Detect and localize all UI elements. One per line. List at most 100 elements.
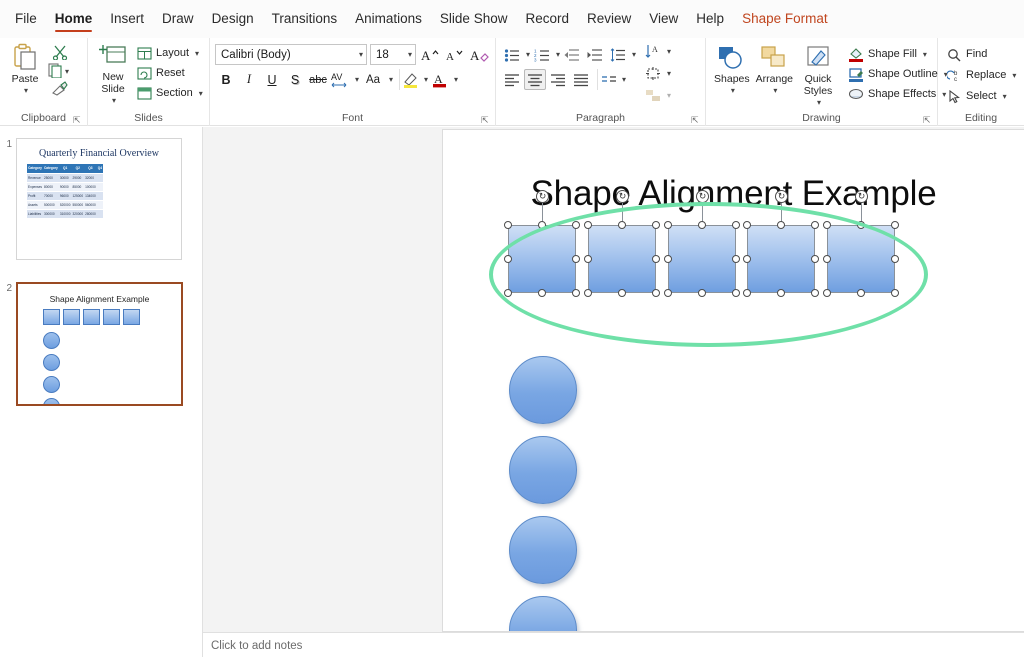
resize-handle-n[interactable] xyxy=(698,221,706,229)
slide-thumbnail-2[interactable]: 2 Shape Alignment Example xyxy=(2,282,183,406)
resize-handle-e[interactable] xyxy=(811,255,819,263)
resize-handle-e[interactable] xyxy=(572,255,580,263)
align-text-chevron-down-icon[interactable]: ▾ xyxy=(667,69,671,78)
clipboard-dialog-launcher-icon[interactable]: ⇱ xyxy=(73,115,83,125)
resize-handle-e[interactable] xyxy=(891,255,899,263)
rotation-handle-5[interactable]: ↻ xyxy=(855,190,868,203)
layout-chevron-down-icon[interactable]: ▾ xyxy=(195,46,199,61)
paste-chevron-down-icon[interactable]: ▾ xyxy=(24,85,28,97)
resize-handle-sw[interactable] xyxy=(664,289,672,297)
drawing-dialog-launcher-icon[interactable]: ⇱ xyxy=(923,115,933,125)
select-chevron-down-icon[interactable]: ▾ xyxy=(1003,89,1007,104)
arrange-button[interactable]: Arrange ▾ xyxy=(753,43,796,99)
columns-button[interactable] xyxy=(597,69,619,90)
tab-help[interactable]: Help xyxy=(687,5,733,33)
resize-handle-nw[interactable] xyxy=(823,221,831,229)
resize-handle-nw[interactable] xyxy=(664,221,672,229)
slide-2-preview[interactable]: Shape Alignment Example xyxy=(16,282,183,406)
slide-thumbnail-1[interactable]: 1 Quarterly Financial Overview Category … xyxy=(2,138,182,260)
resize-handle-ne[interactable] xyxy=(732,221,740,229)
tab-animations[interactable]: Animations xyxy=(346,5,431,33)
resize-handle-s[interactable] xyxy=(777,289,785,297)
resize-handle-sw[interactable] xyxy=(823,289,831,297)
strikethrough-button[interactable]: abc xyxy=(307,69,329,90)
shape-effects-button[interactable]: Shape Effects ▾ xyxy=(844,85,952,104)
shape-fill-button[interactable]: Shape Fill ▾ xyxy=(844,45,952,64)
character-spacing-button[interactable]: AV xyxy=(330,69,352,90)
text-highlight-button[interactable] xyxy=(399,69,421,90)
paste-button[interactable]: Paste ▾ xyxy=(5,41,45,99)
increase-font-size-button[interactable]: A xyxy=(419,44,441,65)
font-size-chevron-down-icon[interactable]: ▾ xyxy=(408,50,412,59)
tab-draw[interactable]: Draw xyxy=(153,5,203,33)
rotation-handle-1[interactable]: ↻ xyxy=(536,190,549,203)
resize-handle-se[interactable] xyxy=(732,289,740,297)
slide-1-preview[interactable]: Quarterly Financial Overview Category Ca… xyxy=(16,138,182,260)
resize-handle-ne[interactable] xyxy=(891,221,899,229)
section-button[interactable]: Section ▾ xyxy=(133,84,207,103)
resize-handle-w[interactable] xyxy=(743,255,751,263)
highlight-chevron-down-icon[interactable]: ▾ xyxy=(424,75,428,84)
find-button[interactable]: Find xyxy=(943,45,1020,64)
tab-design[interactable]: Design xyxy=(203,5,263,33)
section-chevron-down-icon[interactable]: ▾ xyxy=(199,86,203,101)
resize-handle-se[interactable] xyxy=(811,289,819,297)
tab-view[interactable]: View xyxy=(640,5,687,33)
numbering-button[interactable]: 1 2 3 xyxy=(531,44,553,65)
resize-handle-e[interactable] xyxy=(732,255,740,263)
canvas-circle-4[interactable] xyxy=(509,596,577,631)
resize-handle-se[interactable] xyxy=(572,289,580,297)
resize-handle-ne[interactable] xyxy=(572,221,580,229)
resize-handle-w[interactable] xyxy=(584,255,592,263)
quick-styles-button[interactable]: Quick Styles ▾ xyxy=(796,43,840,111)
replace-button[interactable]: b c Replace ▾ xyxy=(943,66,1020,85)
cut-icon[interactable] xyxy=(47,45,73,60)
align-text-button[interactable] xyxy=(642,63,664,84)
numbering-chevron-down-icon[interactable]: ▾ xyxy=(556,50,560,59)
slide-canvas-area[interactable]: Shape Alignment Example ↻ ↻ ↻ ↻ ↻ xyxy=(203,127,1024,632)
character-spacing-chevron-down-icon[interactable]: ▾ xyxy=(355,75,359,84)
shape-fill-chevron-down-icon[interactable]: ▾ xyxy=(923,47,927,62)
decrease-font-size-button[interactable]: A xyxy=(444,44,466,65)
tab-home[interactable]: Home xyxy=(46,5,102,33)
decrease-indent-button[interactable] xyxy=(561,44,583,65)
resize-handle-s[interactable] xyxy=(538,289,546,297)
font-name-chevron-down-icon[interactable]: ▾ xyxy=(359,50,363,59)
columns-chevron-down-icon[interactable]: ▾ xyxy=(622,75,626,84)
resize-handle-nw[interactable] xyxy=(743,221,751,229)
tab-insert[interactable]: Insert xyxy=(101,5,153,33)
bullets-chevron-down-icon[interactable]: ▾ xyxy=(526,50,530,59)
rotation-handle-4[interactable]: ↻ xyxy=(775,190,788,203)
resize-handle-n[interactable] xyxy=(857,221,865,229)
rotation-handle-2[interactable]: ↻ xyxy=(616,190,629,203)
replace-chevron-down-icon[interactable]: ▾ xyxy=(1012,68,1016,83)
resize-handle-nw[interactable] xyxy=(504,221,512,229)
tab-record[interactable]: Record xyxy=(516,5,578,33)
line-spacing-button[interactable] xyxy=(607,44,629,65)
tab-slide-show[interactable]: Slide Show xyxy=(431,5,517,33)
resize-handle-n[interactable] xyxy=(538,221,546,229)
font-size-combobox[interactable]: 18 ▾ xyxy=(370,44,416,65)
resize-handle-sw[interactable] xyxy=(504,289,512,297)
align-right-button[interactable] xyxy=(547,69,569,90)
resize-handle-s[interactable] xyxy=(698,289,706,297)
align-center-button[interactable] xyxy=(524,69,546,90)
align-left-button[interactable] xyxy=(501,69,523,90)
resize-handle-sw[interactable] xyxy=(743,289,751,297)
text-direction-button[interactable]: A xyxy=(642,41,664,62)
rotation-handle-3[interactable]: ↻ xyxy=(696,190,709,203)
slide-thumbnail-panel[interactable]: 1 Quarterly Financial Overview Category … xyxy=(0,127,203,657)
resize-handle-w[interactable] xyxy=(823,255,831,263)
layout-button[interactable]: Layout ▾ xyxy=(133,44,207,63)
resize-handle-ne[interactable] xyxy=(811,221,819,229)
underline-button[interactable]: U xyxy=(261,69,283,90)
justify-button[interactable] xyxy=(570,69,592,90)
resize-handle-e[interactable] xyxy=(652,255,660,263)
shapes-chevron-down-icon[interactable]: ▾ xyxy=(731,85,735,97)
copy-icon[interactable]: ▾ xyxy=(47,63,73,78)
resize-handle-w[interactable] xyxy=(504,255,512,263)
tab-file[interactable]: File xyxy=(6,5,46,33)
text-shadow-button[interactable]: S xyxy=(284,69,306,90)
slide-canvas[interactable]: Shape Alignment Example ↻ ↻ ↻ ↻ ↻ xyxy=(443,130,1024,631)
canvas-circle-3[interactable] xyxy=(509,516,577,584)
